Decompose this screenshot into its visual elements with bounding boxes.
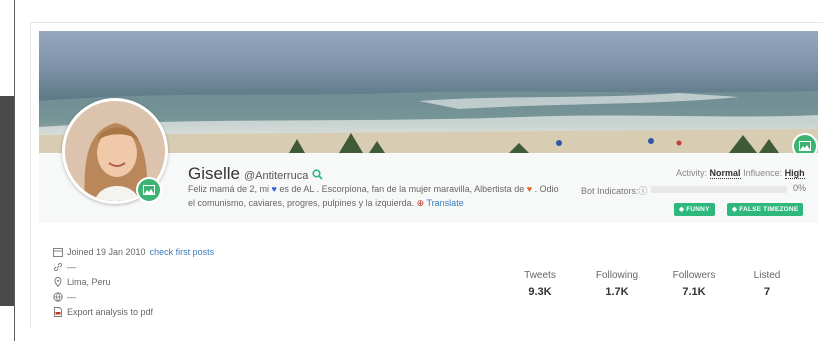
stat-label: Tweets: [524, 270, 556, 281]
translate-link[interactable]: ⊕ Translate: [417, 198, 464, 208]
website-value[interactable]: —: [67, 262, 76, 272]
info-icon[interactable]: ⓘ: [639, 186, 648, 196]
bio-text-2: es de AL . Escorpiona, fan de la mujer m…: [279, 184, 525, 194]
stat-followers[interactable]: Followers 7.1K: [654, 270, 734, 298]
location-row: Lima, Peru: [53, 277, 111, 287]
language-value: —: [67, 292, 76, 302]
tag-icon: ◆: [732, 206, 738, 213]
activity-value[interactable]: Normal: [709, 168, 741, 179]
image-icon: [799, 141, 811, 151]
pdf-icon: [54, 307, 62, 317]
website-row: —: [53, 262, 76, 272]
language-row: —: [53, 292, 76, 302]
globe-icon: [53, 292, 63, 302]
translate-label: Translate: [426, 198, 464, 208]
profile-name-row: Giselle @Antiterruca: [188, 164, 323, 184]
stat-tweets[interactable]: Tweets 9.3K: [500, 270, 580, 298]
profile-name: Giselle: [188, 164, 240, 183]
link-icon: [53, 262, 63, 272]
influence-value[interactable]: High: [784, 168, 805, 179]
stat-listed[interactable]: Listed 7: [727, 270, 807, 298]
joined-row: Joined 19 Jan 2010 check first posts: [53, 247, 214, 257]
avatar-image-button[interactable]: [136, 177, 162, 203]
stat-label: Listed: [753, 270, 781, 281]
profile-bio: Feliz mamá de 2, mi ♥ es de AL . Escorpi…: [188, 182, 568, 210]
stat-label: Following: [595, 270, 639, 281]
tag-false-timezone[interactable]: ◆ FALSE TIMEZONE: [727, 203, 804, 216]
stat-value: 1.7K: [605, 286, 629, 298]
activity-label: Activity:: [676, 168, 708, 178]
export-pdf-link[interactable]: Export analysis to pdf: [67, 307, 153, 317]
influence-label: Influence:: [743, 168, 783, 178]
location-icon: [54, 277, 62, 287]
stat-label: Followers: [672, 270, 716, 281]
check-first-posts-link[interactable]: check first posts: [150, 247, 215, 257]
stat-value: 7.1K: [682, 286, 706, 298]
search-icon[interactable]: [312, 168, 323, 180]
tag-funny[interactable]: ◆ FUNNY: [674, 203, 715, 216]
calendar-icon: [53, 248, 63, 257]
stat-following[interactable]: Following 1.7K: [577, 270, 657, 298]
export-row[interactable]: Export analysis to pdf: [53, 307, 153, 317]
profile-handle: @Antiterruca: [243, 170, 309, 182]
image-icon: [143, 185, 155, 195]
side-panel-edge: [0, 96, 14, 306]
tag-icon: ◆: [679, 206, 685, 213]
orange-heart-icon: ♥: [526, 184, 533, 194]
bot-indicator-percent: 0%: [793, 183, 807, 193]
activity-influence: Activity: Normal Influence: High: [676, 168, 805, 179]
side-divider: [14, 0, 15, 341]
bot-indicators-label: Bot Indicators:ⓘ: [581, 186, 648, 196]
stat-value: 7: [763, 286, 771, 298]
uk-flag-icon: ⊕: [416, 198, 425, 208]
bio-text-1: Feliz mamá de 2, mi: [188, 184, 270, 194]
stat-value: 9.3K: [528, 286, 552, 298]
blue-heart-icon: ♥: [271, 184, 277, 194]
joined-date: Joined 19 Jan 2010: [67, 247, 146, 257]
location-value: Lima, Peru: [67, 277, 111, 287]
bot-indicator-bar: [651, 186, 787, 193]
